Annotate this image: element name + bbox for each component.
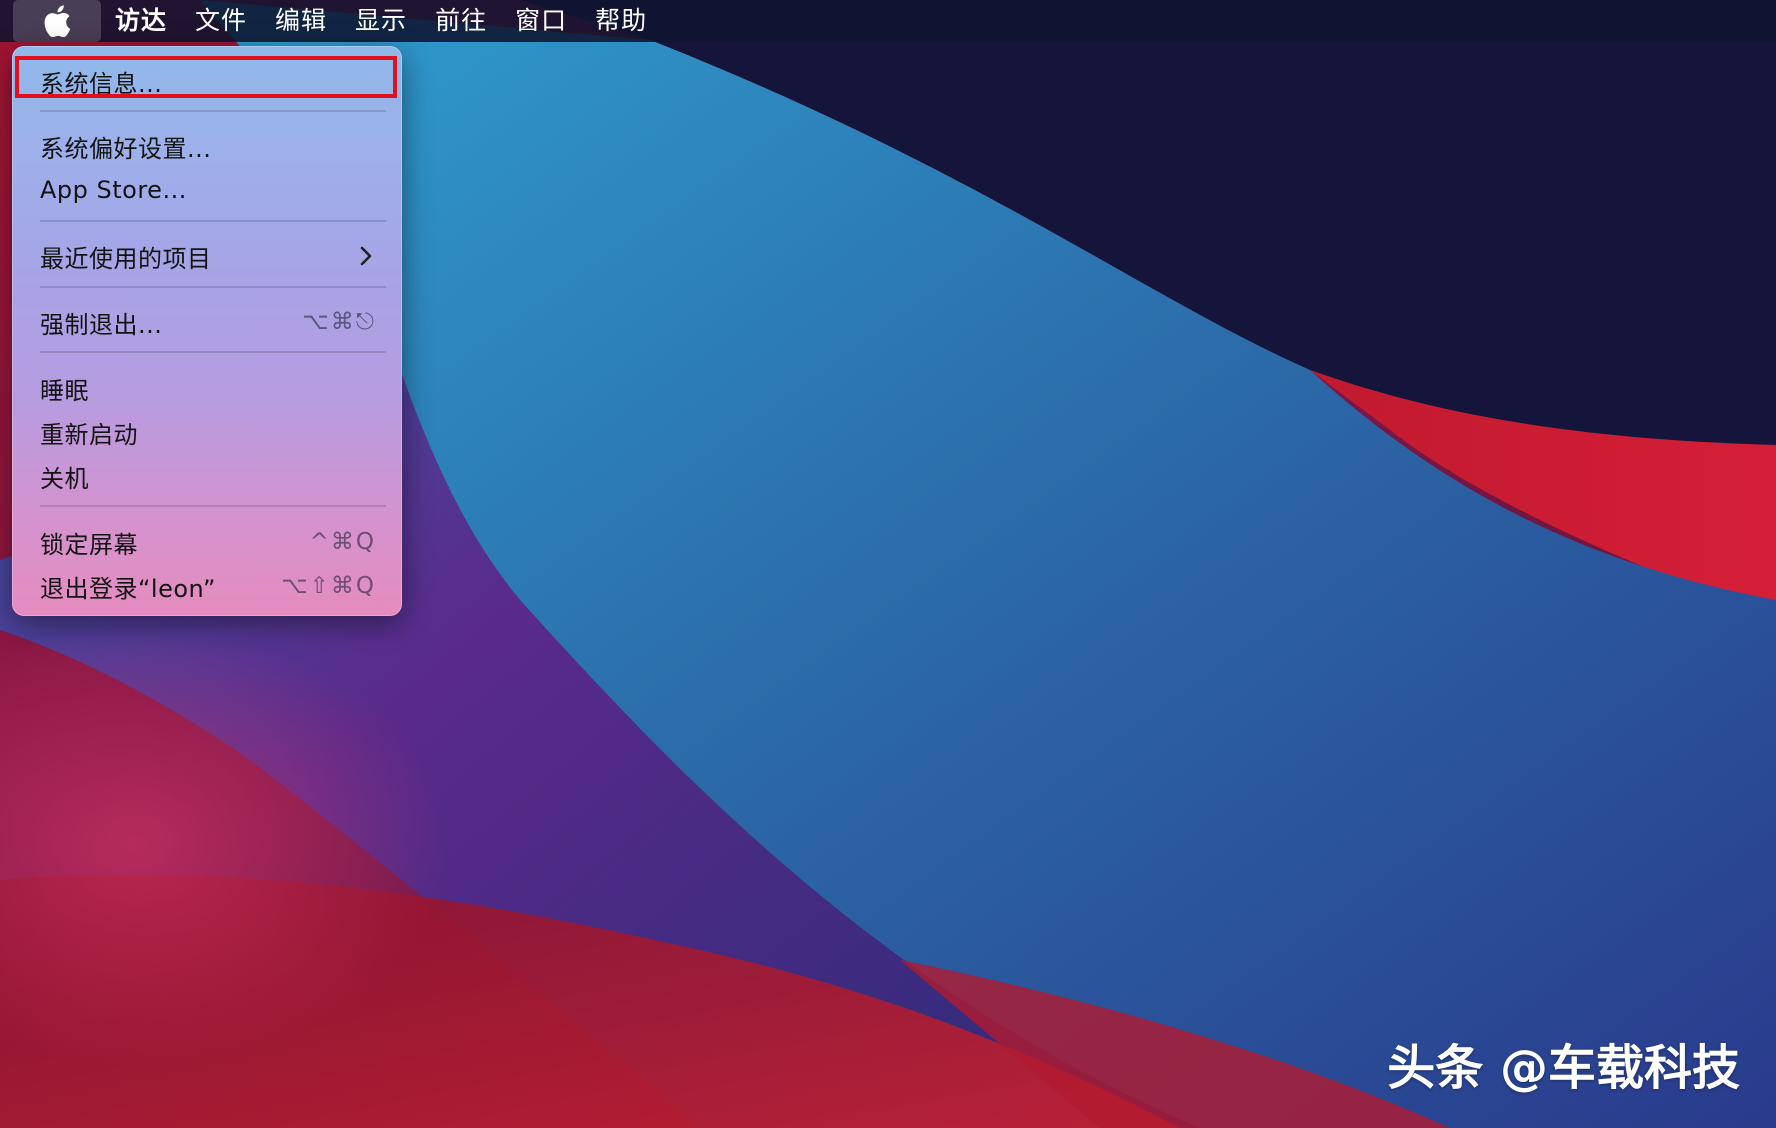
desktop: 访达 文件 编辑 显示 前往 窗口 帮助 系统信息... 系统偏好设置... A… [0,0,1776,1128]
menu-item-label: 锁定屏幕 [40,530,138,559]
annotation-highlight-box [15,56,397,98]
menu-item-label: 关机 [40,464,89,493]
menu-separator [40,286,386,288]
menu-item-log-out[interactable]: 退出登录“leon” ⌥⇧⌘Q [12,564,402,608]
menu-window[interactable]: 窗口 [501,0,581,42]
menu-bar-items: 访达 文件 编辑 显示 前往 窗口 帮助 [101,0,661,42]
menu-item-label: 退出登录“leon” [40,574,216,603]
menu-separator [40,110,386,112]
apple-menu-button[interactable] [13,0,101,42]
menu-item-app-store[interactable]: App Store... [12,168,402,212]
menu-item-label: 强制退出... [40,310,163,339]
menu-item-label: 重新启动 [40,420,138,449]
menu-separator [40,505,386,507]
menu-item-sleep[interactable]: 睡眠 [12,366,402,410]
menu-edit[interactable]: 编辑 [261,0,341,42]
menu-item-recent-items[interactable]: 最近使用的项目 [12,234,402,278]
menu-item-label: 最近使用的项目 [40,244,212,273]
menu-item-shortcut: ⌥⇧⌘Q [281,573,376,599]
menu-item-force-quit[interactable]: 强制退出... ⌥⌘⎋ [12,300,402,344]
menu-separator [40,351,386,353]
menu-item-label: 系统偏好设置... [40,134,212,163]
menu-item-label: App Store... [40,176,187,204]
apple-logo-icon [44,5,71,37]
apple-dropdown-menu: 系统信息... 系统偏好设置... App Store... 最近使用的项目 强… [12,46,402,616]
menu-item-shortcut: ^⌘Q [309,529,376,555]
watermark-text: 头条 @车载科技 [1387,1040,1740,1096]
menu-item-restart[interactable]: 重新启动 [12,410,402,454]
menu-finder[interactable]: 访达 [101,0,181,42]
menu-bar: 访达 文件 编辑 显示 前往 窗口 帮助 [0,0,1776,42]
menu-item-shortcut: ⌥⌘⎋ [302,309,376,335]
menu-separator [40,220,386,222]
menu-item-label: 睡眠 [40,376,89,405]
menu-file[interactable]: 文件 [181,0,261,42]
menu-view[interactable]: 显示 [341,0,421,42]
menu-go[interactable]: 前往 [421,0,501,42]
menu-item-lock-screen[interactable]: 锁定屏幕 ^⌘Q [12,520,402,564]
menu-item-system-preferences[interactable]: 系统偏好设置... [12,124,402,168]
menu-item-shut-down[interactable]: 关机 [12,454,402,498]
chevron-right-icon [360,246,372,266]
menu-help[interactable]: 帮助 [581,0,661,42]
